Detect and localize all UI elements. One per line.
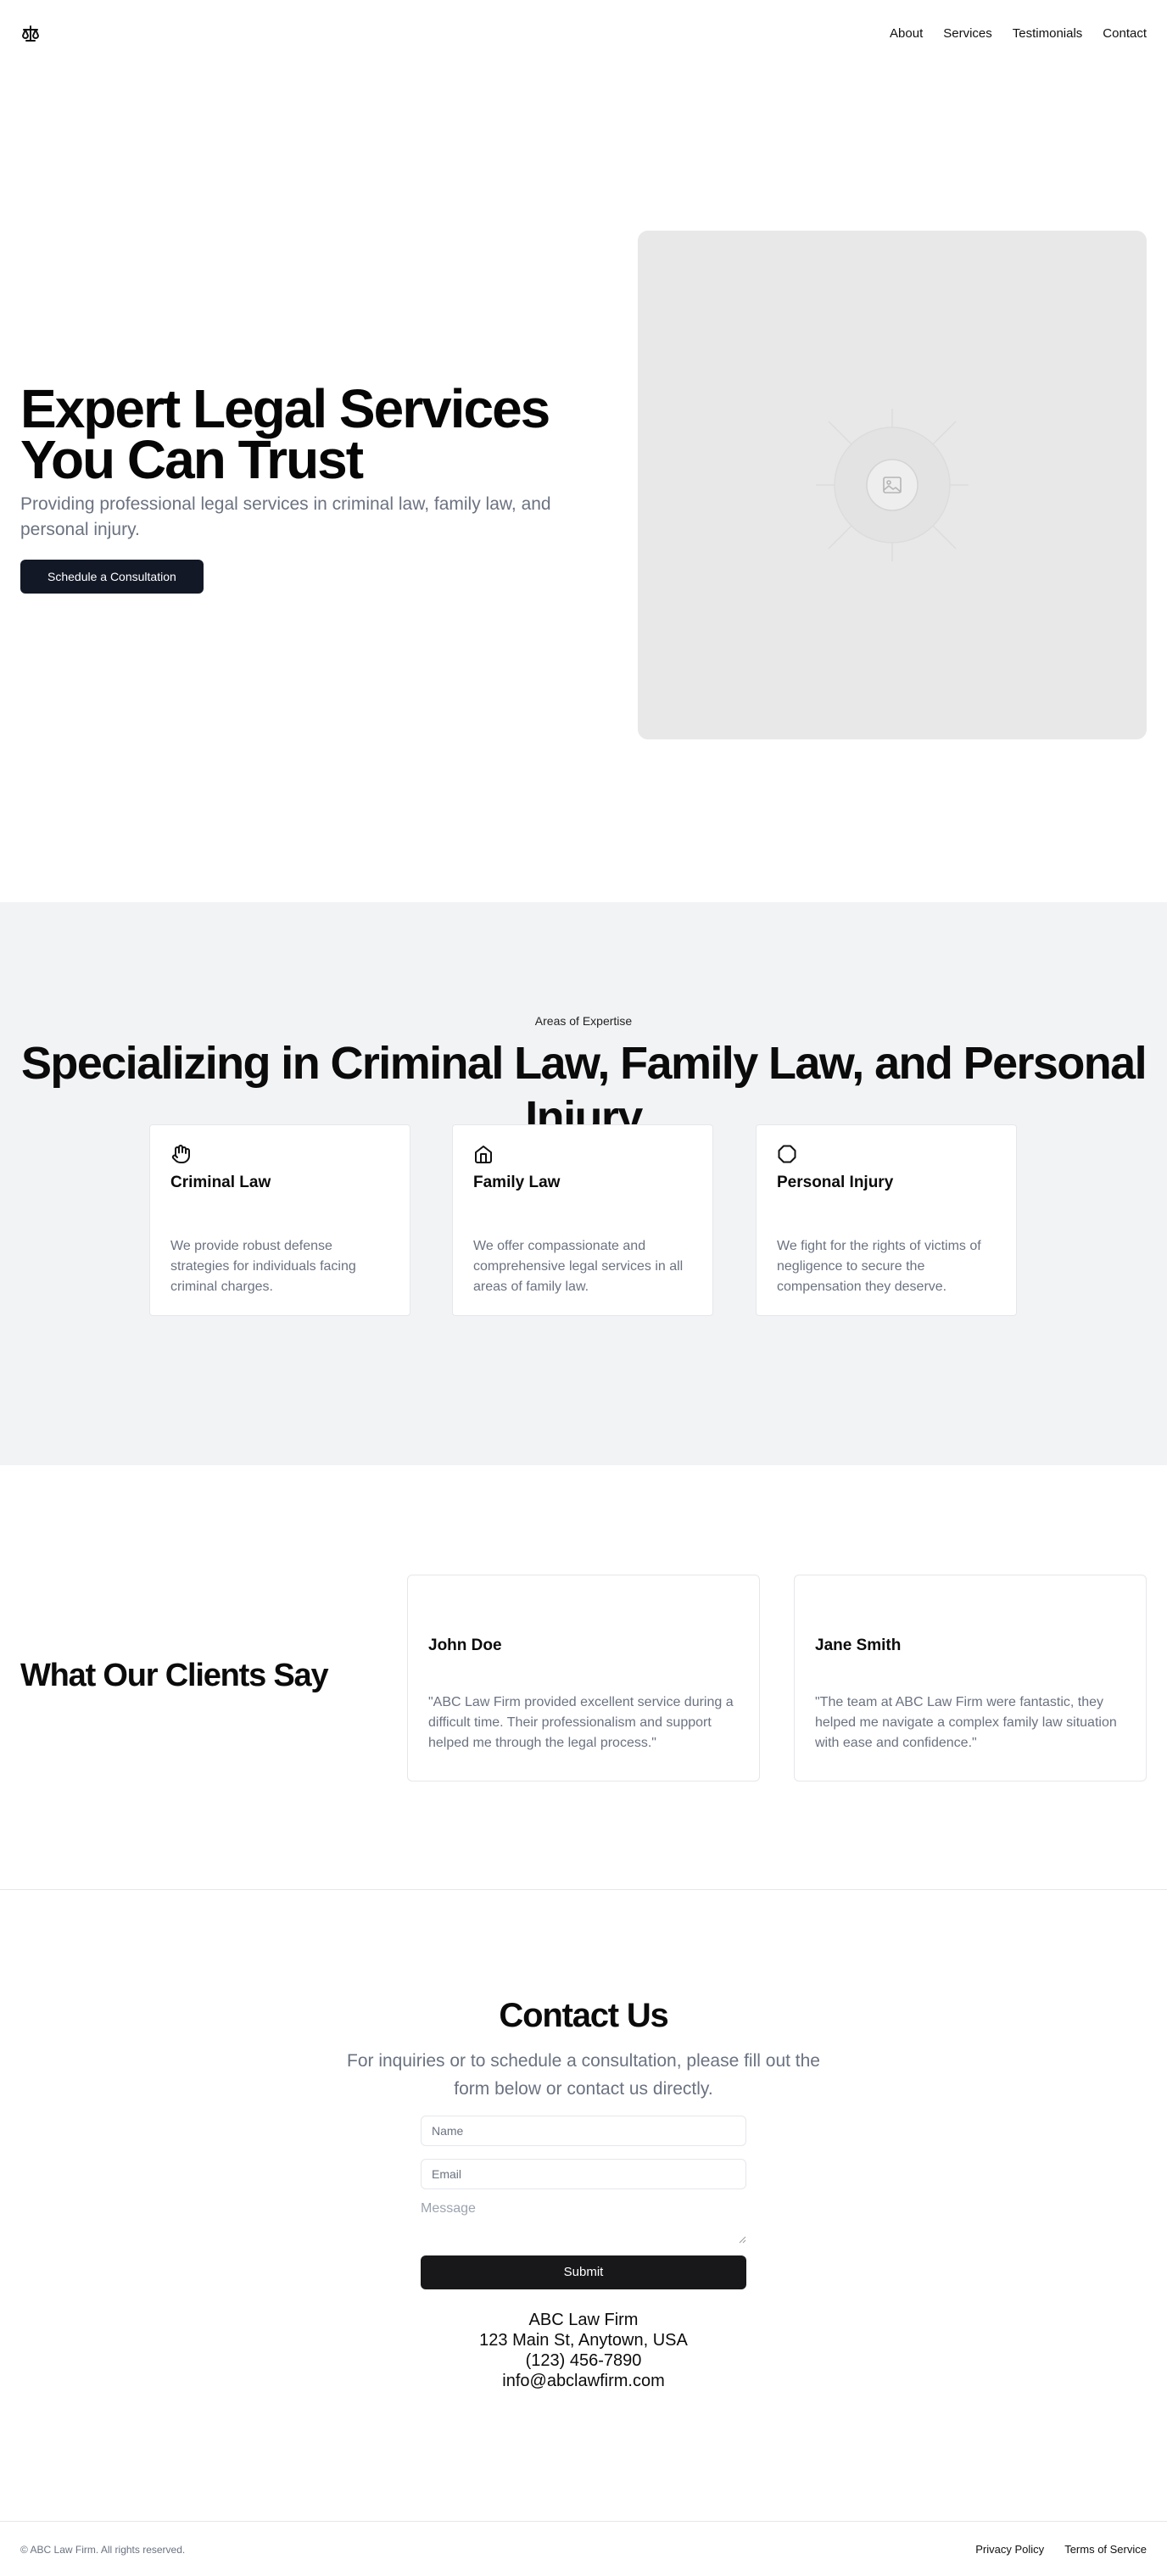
scale-icon[interactable] — [20, 24, 41, 44]
nav-testimonials[interactable]: Testimonials — [1013, 25, 1083, 42]
service-card-criminal-law: Criminal Law We provide robust defense s… — [149, 1124, 410, 1316]
image-placeholder-icon — [816, 409, 969, 561]
service-card-personal-injury: Personal Injury We fight for the rights … — [756, 1124, 1017, 1316]
testimonial-author: Jane Smith — [815, 1636, 902, 1654]
resize-handle-icon[interactable] — [738, 2235, 746, 2244]
firm-email: info@abclawfirm.com — [502, 2372, 665, 2390]
card-description: We provide robust defense strategies for… — [170, 1239, 356, 1294]
message-placeholder: Message — [421, 2201, 476, 2216]
section-divider — [0, 1889, 1167, 1890]
testimonials-title: What Our Clients Say — [20, 1658, 329, 1693]
card-title: Personal Injury — [777, 1174, 894, 1191]
card-title: Criminal Law — [170, 1174, 271, 1191]
footer-divider — [0, 2521, 1167, 2522]
testimonial-quote: "The team at ABC Law Firm were fantastic… — [815, 1695, 1117, 1750]
site-header: About Services Testimonials Contact — [0, 0, 1167, 68]
nav-contact[interactable]: Contact — [1103, 25, 1147, 42]
home-icon — [475, 1146, 492, 1163]
contact-subtitle: For inquiries or to schedule a consultat… — [347, 2051, 820, 2099]
testimonial-quote: "ABC Law Firm provided excellent service… — [428, 1695, 734, 1750]
name-input[interactable]: Name — [421, 2116, 746, 2146]
nav-about[interactable]: About — [890, 25, 923, 42]
email-input[interactable]: Email — [421, 2159, 746, 2189]
message-textarea[interactable]: Message — [421, 2201, 746, 2244]
contact-title: Contact Us — [499, 1997, 668, 2034]
firm-address: 123 Main St, Anytown, USA — [479, 2331, 688, 2350]
testimonial-card: John Doe "ABC Law Firm provided excellen… — [407, 1575, 760, 1781]
contact-details: ABC Law Firm 123 Main St, Anytown, USA (… — [0, 2310, 1167, 2391]
firm-name: ABC Law Firm — [528, 2311, 639, 2329]
hand-icon — [171, 1145, 190, 1163]
hero-title-line2: You Can Trust — [20, 429, 364, 490]
hero-image-placeholder — [638, 231, 1147, 739]
terms-of-service-link[interactable]: Terms of Service — [1064, 2543, 1147, 2556]
hero-subtitle: Providing professional legal services in… — [20, 494, 551, 539]
expertise-section: Areas of Expertise Specializing in Crimi… — [0, 902, 1167, 1465]
hero-title: Expert Legal Services You Can Trust — [20, 382, 563, 487]
footer-copyright: © ABC Law Firm. All rights reserved. — [20, 2544, 186, 2556]
firm-phone: (123) 456-7890 — [525, 2351, 642, 2370]
testimonial-card: Jane Smith "The team at ABC Law Firm wer… — [794, 1575, 1147, 1781]
octagon-icon — [778, 1145, 796, 1163]
card-description: We offer compassionate and comprehensive… — [473, 1239, 684, 1294]
card-title: Family Law — [473, 1174, 561, 1191]
testimonial-author: John Doe — [428, 1636, 502, 1654]
submit-button[interactable]: Submit — [421, 2255, 746, 2289]
card-description: We fight for the rights of victims of ne… — [777, 1239, 981, 1294]
footer-links: Privacy Policy Terms of Service — [975, 2543, 1147, 2556]
nav-services[interactable]: Services — [943, 25, 992, 42]
privacy-policy-link[interactable]: Privacy Policy — [975, 2543, 1044, 2556]
schedule-consultation-button[interactable]: Schedule a Consultation — [20, 560, 204, 594]
expertise-eyebrow: Areas of Expertise — [534, 1014, 633, 1028]
main-nav: About Services Testimonials Contact — [890, 25, 1147, 42]
hero-section: Expert Legal Services You Can Trust Prov… — [20, 382, 563, 594]
service-card-family-law: Family Law We offer compassionate and co… — [452, 1124, 713, 1316]
